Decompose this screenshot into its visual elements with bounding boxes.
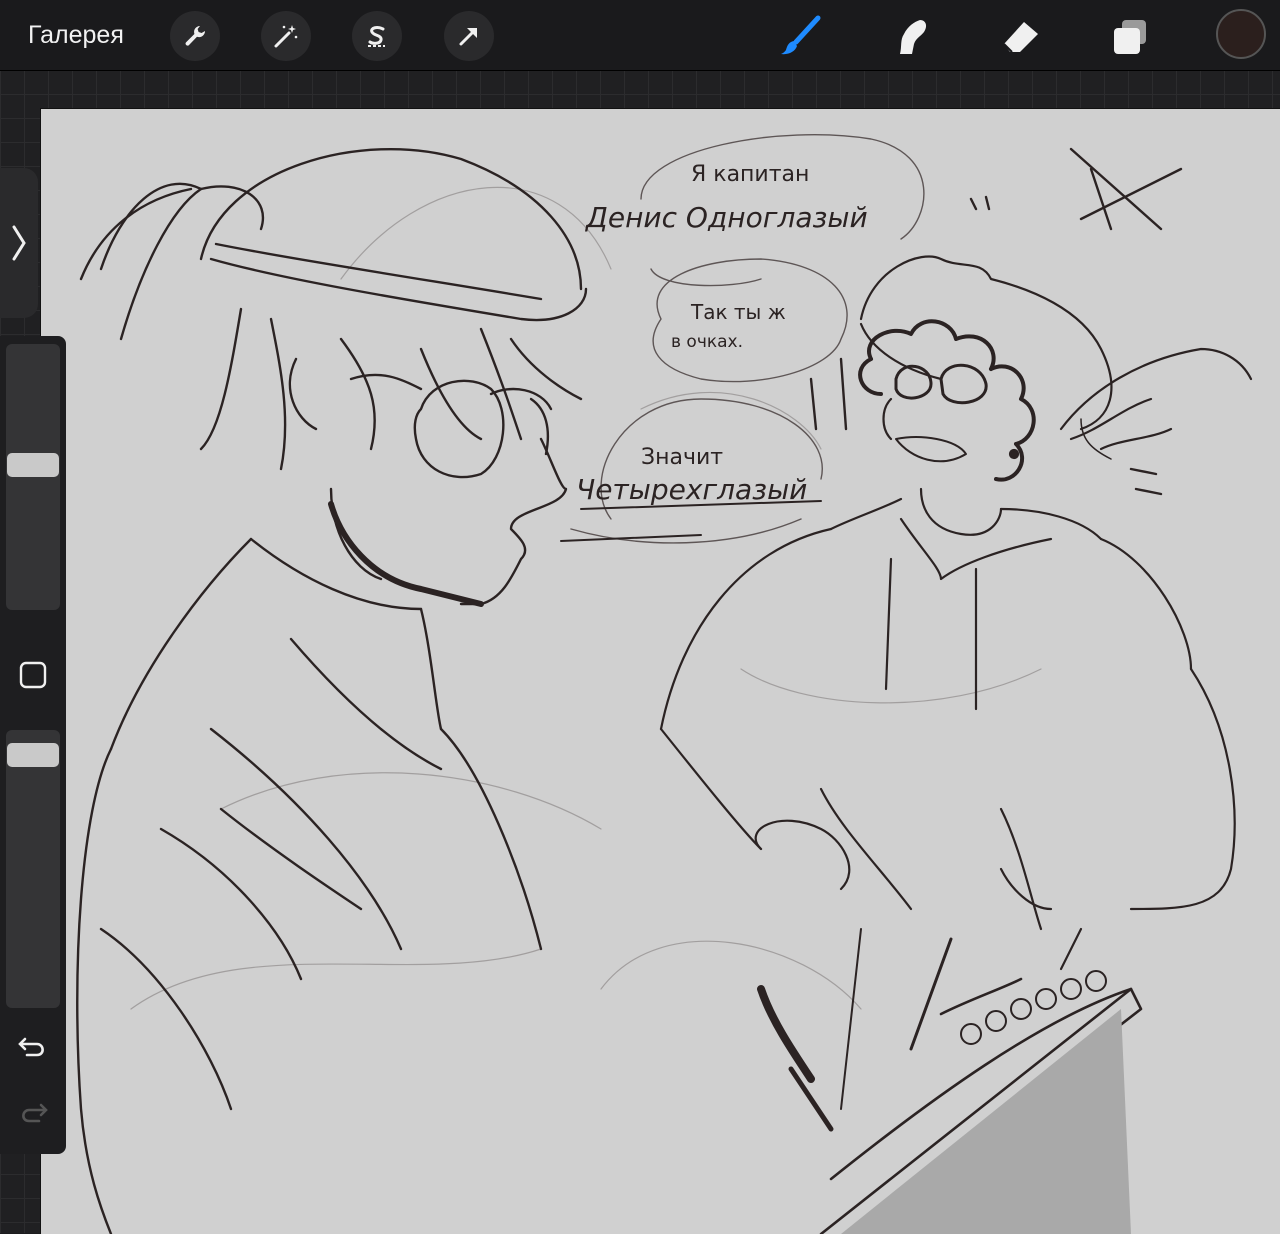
modify-button[interactable]	[12, 654, 54, 696]
chevron-right-icon	[12, 225, 26, 261]
selection-button[interactable]	[352, 11, 402, 61]
drawing-canvas[interactable]: Я капитан Денис Одноглазый Так ты ж в оч…	[40, 108, 1280, 1234]
bubble-3-line-2: Четырехглазый	[576, 473, 807, 506]
bubble-1-line-2: Денис Одноглазый	[584, 201, 868, 234]
figure-left	[76, 147, 588, 1234]
magic-wand-icon	[274, 25, 298, 48]
color-picker-button[interactable]	[1216, 9, 1266, 59]
opacity-thumb[interactable]	[7, 743, 59, 767]
selection-s-icon	[368, 26, 385, 47]
adjustments-button[interactable]	[261, 11, 311, 61]
transform-button[interactable]	[444, 11, 494, 61]
eraser-tool-button[interactable]	[994, 10, 1046, 62]
eraser-icon	[1003, 22, 1038, 53]
brush-tool-button[interactable]	[774, 10, 826, 62]
actions-button[interactable]	[170, 11, 220, 61]
opacity-slider[interactable]	[6, 730, 60, 1008]
gallery-button[interactable]: Галерея	[28, 18, 124, 52]
brush-size-slider[interactable]	[6, 344, 60, 610]
layers-button[interactable]	[1104, 10, 1156, 62]
sidebar-toggle-button[interactable]	[0, 168, 38, 318]
wrench-icon	[185, 26, 206, 46]
sidebar	[0, 336, 66, 1154]
bubble-2-line-2: в очках.	[671, 332, 743, 352]
redo-icon	[22, 1103, 48, 1123]
bubble-2-line-1: Так ты ж	[690, 300, 786, 324]
top-toolbar: Галерея	[0, 0, 1280, 71]
brush-size-thumb[interactable]	[7, 453, 59, 477]
square-icon	[19, 661, 47, 689]
undo-button[interactable]	[12, 1026, 54, 1068]
transform-arrow-icon	[459, 28, 477, 46]
bubble-3-line-1: Значит	[641, 445, 723, 470]
sketch-artwork: Я капитан Денис Одноглазый Так ты ж в оч…	[76, 134, 1253, 1234]
smudge-tool-button[interactable]	[884, 10, 936, 62]
smudge-icon	[900, 20, 927, 54]
brush-icon	[781, 15, 821, 55]
bubble-1-line-1: Я капитан	[691, 162, 809, 187]
layers-icon	[1114, 20, 1146, 54]
undo-icon	[18, 1037, 44, 1057]
redo-button[interactable]	[12, 1092, 54, 1134]
figure-right	[659, 255, 1253, 971]
